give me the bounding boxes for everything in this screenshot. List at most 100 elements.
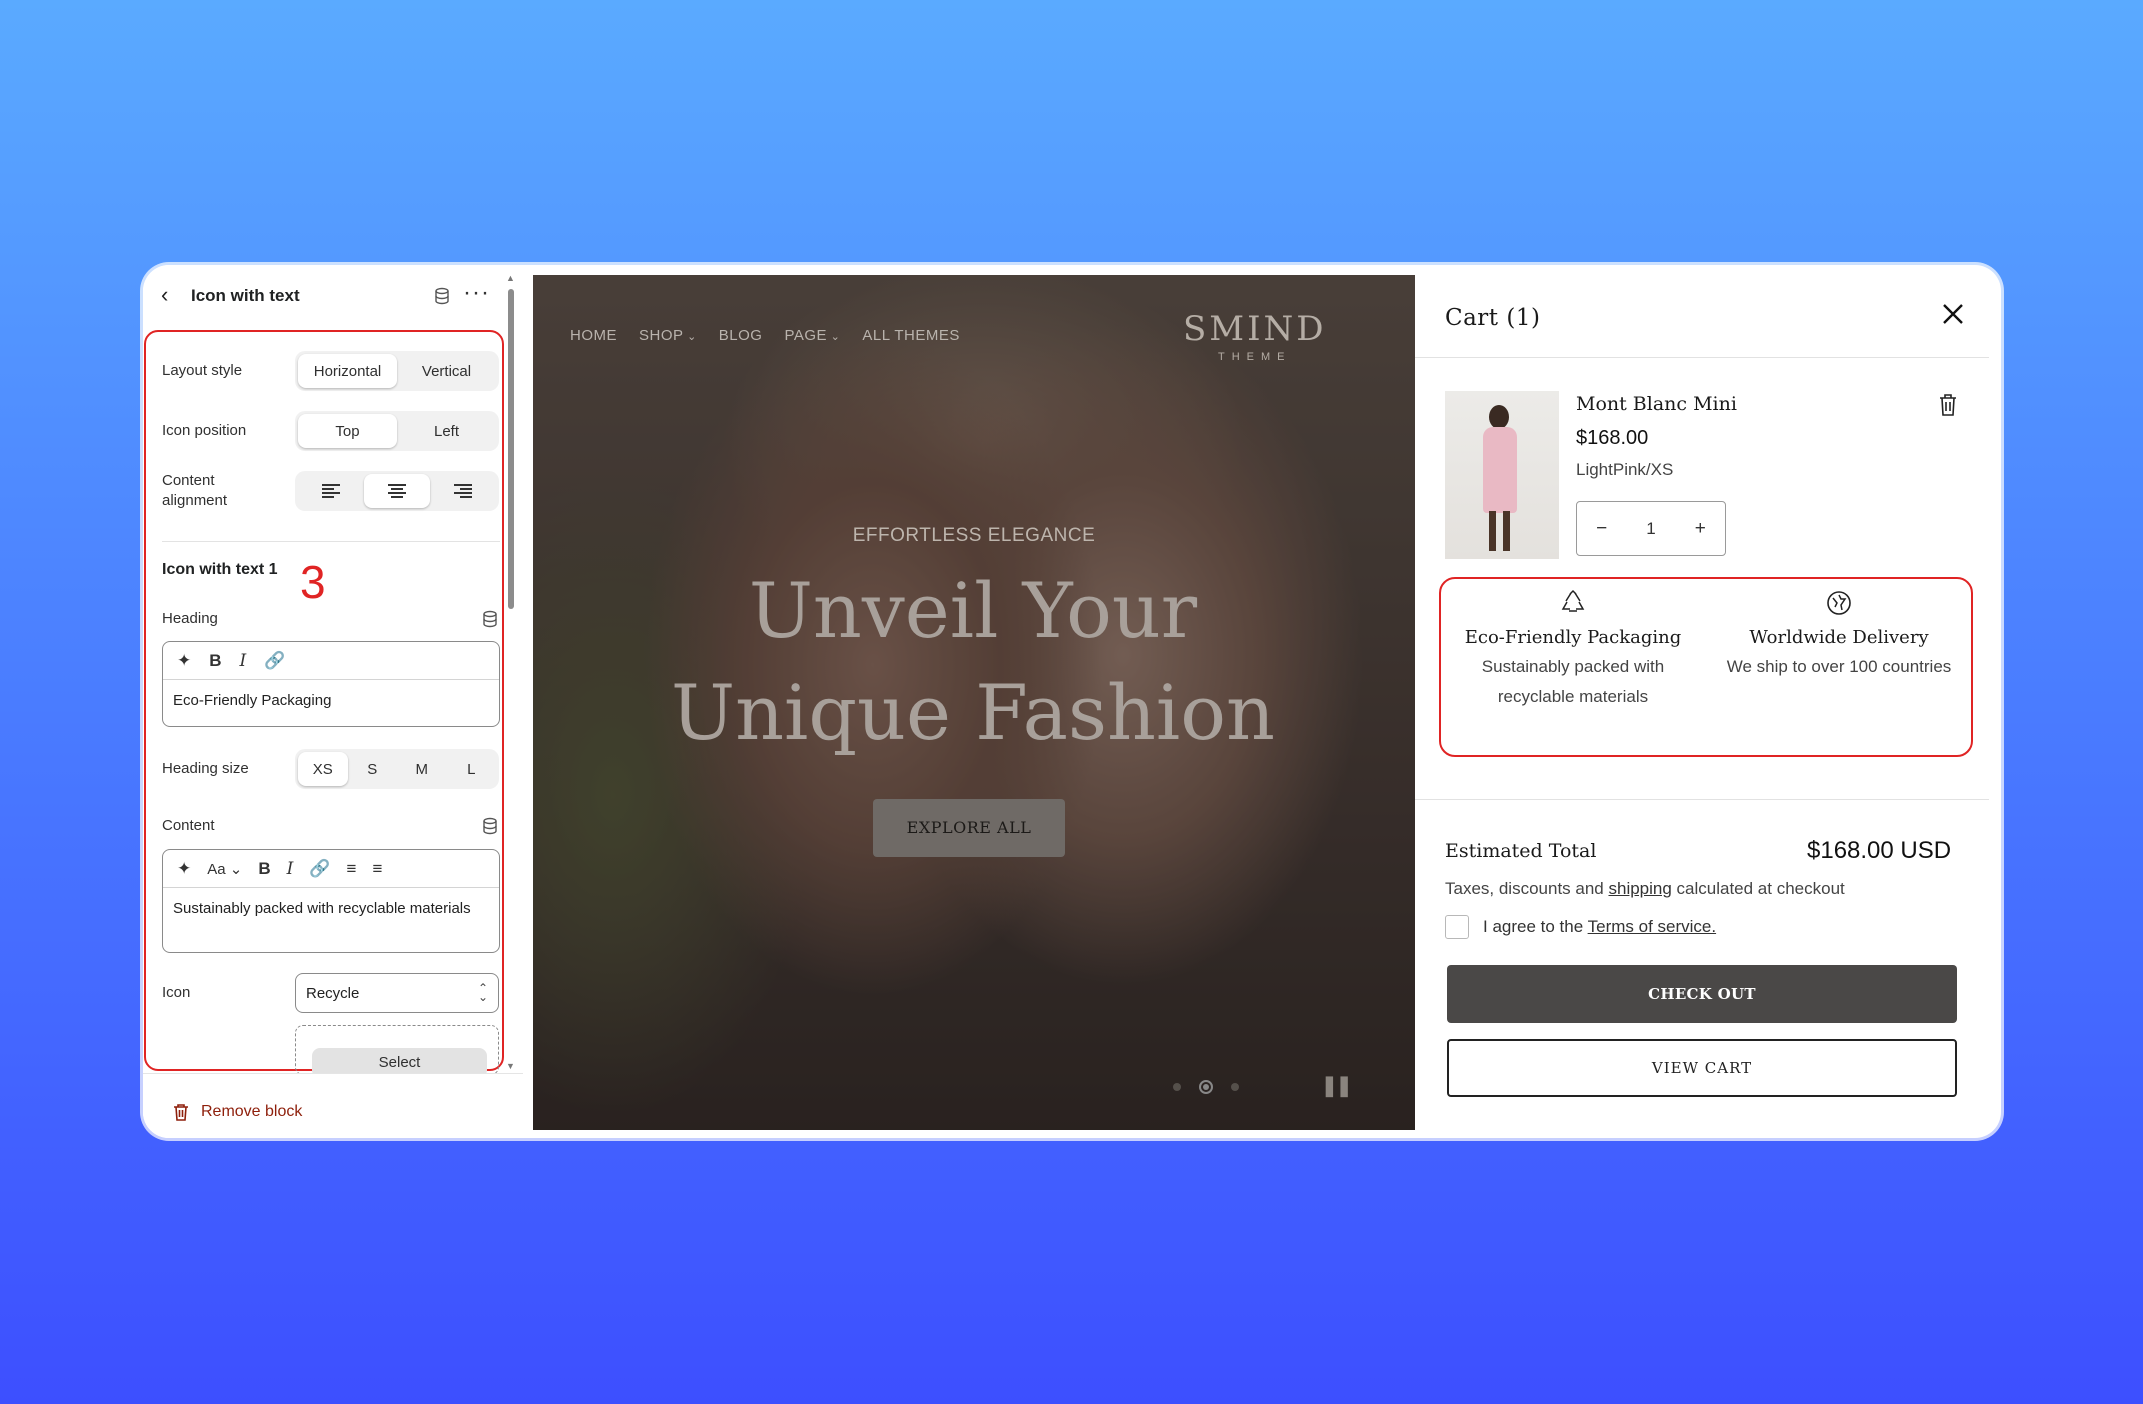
heading-editor[interactable]: ✦ B I 🔗 Eco-Friendly Packaging — [162, 641, 500, 727]
icon-with-text-block: Eco-Friendly Packaging Sustainably packe… — [1439, 577, 1973, 757]
scrollbar[interactable]: ▲ ▼ — [505, 273, 517, 1073]
estimated-total-label: Estimated Total — [1445, 840, 1597, 862]
size-s-option[interactable]: S — [348, 752, 398, 786]
hero-tagline: EFFORTLESS ELEGANCE — [852, 525, 1096, 546]
quantity-stepper: − 1 + — [1576, 501, 1726, 556]
size-m-option[interactable]: M — [397, 752, 447, 786]
close-icon[interactable] — [1938, 299, 1968, 329]
content-label: Content — [162, 817, 215, 834]
decrease-quantity-button[interactable]: − — [1577, 518, 1626, 540]
content-input[interactable]: Sustainably packed with recyclable mater… — [163, 888, 499, 929]
content-dynamic-source-icon[interactable] — [481, 817, 499, 835]
more-options-icon[interactable]: ··· — [463, 279, 490, 307]
terms-label: I agree to the Terms of service. — [1483, 917, 1717, 936]
tax-note: Taxes, discounts and shipping calculated… — [1445, 879, 1845, 898]
right-align-icon[interactable] — [430, 474, 496, 508]
link-icon[interactable]: 🔗 — [309, 859, 330, 879]
font-style-menu[interactable]: Aa ⌄ — [207, 860, 242, 878]
left-align-icon[interactable] — [298, 474, 364, 508]
cart-divider — [1415, 357, 1989, 358]
scroll-up-icon[interactable]: ▲ — [506, 273, 515, 283]
slide-dots — [1173, 1080, 1239, 1094]
icon-position-label: Icon position — [162, 422, 247, 439]
hero-line-2: Unique Fashion — [671, 668, 1275, 757]
icon-position-left-option[interactable]: Left — [397, 414, 496, 448]
slide-dot[interactable] — [1173, 1083, 1181, 1091]
italic-icon[interactable]: I — [287, 859, 294, 879]
panel-title: Icon with text — [191, 286, 300, 305]
nav-blog[interactable]: BLOG — [719, 327, 763, 344]
nav-all-themes[interactable]: ALL THEMES — [862, 327, 960, 344]
nav-shop[interactable]: SHOP — [639, 327, 697, 344]
bold-icon[interactable]: B — [209, 651, 221, 671]
hero-title: Unveil Your Unique Fashion — [653, 560, 1293, 764]
layout-style-toggle: Horizontal Vertical — [295, 351, 499, 391]
view-cart-button[interactable]: VIEW CART — [1447, 1039, 1957, 1097]
slide-dot-active[interactable] — [1199, 1080, 1213, 1094]
chevron-updown-icon: ⌃ ⌄ — [477, 981, 488, 1004]
bold-icon[interactable]: B — [258, 859, 270, 879]
checkout-button[interactable]: CHECK OUT — [1447, 965, 1957, 1023]
nav-home[interactable]: HOME — [570, 327, 617, 344]
pause-icon[interactable]: ❚❚ — [1321, 1073, 1352, 1098]
back-icon[interactable]: ‹ — [161, 284, 181, 306]
cart-divider — [1415, 799, 1989, 800]
italic-icon[interactable]: I — [240, 651, 247, 671]
explore-all-button[interactable]: EXPLORE ALL — [873, 799, 1065, 857]
remove-block-button[interactable]: Remove block — [173, 1103, 302, 1121]
dynamic-source-icon[interactable] — [433, 287, 451, 305]
globe-icon — [1827, 591, 1851, 615]
trust-description: Sustainably packed with recyclable mater… — [1481, 657, 1665, 706]
terms-link[interactable]: Terms of service. — [1588, 917, 1716, 936]
scrollbar-thumb[interactable] — [508, 289, 514, 609]
terms-agreement: I agree to the Terms of service. — [1445, 915, 1716, 939]
numbered-list-icon[interactable]: ≡ — [372, 859, 382, 879]
center-align-icon[interactable] — [364, 474, 430, 508]
trust-item-packaging: Eco-Friendly Packaging Sustainably packe… — [1443, 579, 1703, 712]
editor-header: ‹ Icon with text ··· — [143, 265, 523, 329]
content-toolbar: ✦ Aa ⌄ B I 🔗 ≡ ≡ — [163, 850, 499, 888]
heading-input[interactable]: Eco-Friendly Packaging — [163, 680, 499, 721]
nav-page[interactable]: PAGE — [784, 327, 840, 344]
magic-icon[interactable]: ✦ — [177, 651, 191, 671]
icon-position-toggle: Top Left — [295, 411, 499, 451]
size-xs-option[interactable]: XS — [298, 752, 348, 786]
layout-vertical-option[interactable]: Vertical — [397, 354, 496, 388]
link-icon[interactable]: 🔗 — [264, 651, 285, 671]
remove-block-label: Remove block — [201, 1103, 303, 1120]
increase-quantity-button[interactable]: + — [1676, 518, 1725, 540]
section-divider — [162, 541, 500, 542]
terms-checkbox[interactable] — [1445, 915, 1469, 939]
app-window: ‹ Icon with text ··· ▲ ▼ Layout style Ho… — [143, 265, 2001, 1138]
product-image[interactable] — [1445, 391, 1559, 559]
brand-sub: THEME — [1218, 351, 1292, 363]
scroll-down-icon[interactable]: ▼ — [506, 1061, 515, 1071]
quantity-input[interactable]: 1 — [1626, 519, 1675, 539]
product-price: $168.00 — [1576, 427, 1649, 449]
trash-icon — [174, 1104, 188, 1121]
font-style-label: Aa — [207, 860, 226, 878]
content-alignment-label-line1: Content — [162, 472, 215, 489]
content-editor[interactable]: ✦ Aa ⌄ B I 🔗 ≡ ≡ Sustainably packed with… — [162, 849, 500, 953]
magic-icon[interactable]: ✦ — [177, 859, 191, 879]
layout-horizontal-option[interactable]: Horizontal — [298, 354, 397, 388]
shipping-link[interactable]: shipping — [1608, 879, 1671, 898]
hero-line-1: Unveil Your — [748, 566, 1198, 655]
bullet-list-icon[interactable]: ≡ — [347, 859, 357, 879]
icon-select[interactable]: Recycle ⌃ ⌄ — [295, 973, 499, 1013]
heading-dynamic-source-icon[interactable] — [481, 610, 499, 628]
size-l-option[interactable]: L — [447, 752, 497, 786]
cart-title: Cart (1) — [1445, 305, 1541, 331]
icon-position-top-option[interactable]: Top — [298, 414, 397, 448]
slide-dot[interactable] — [1231, 1083, 1239, 1091]
brand-name: SMIND — [1183, 309, 1327, 349]
image-picker: Select — [295, 1025, 499, 1078]
content-alignment-toggle — [295, 471, 499, 511]
store-preview: HOME SHOP BLOG PAGE ALL THEMES SMIND THE… — [533, 275, 1415, 1130]
trash-icon[interactable] — [1938, 393, 1958, 417]
product-name[interactable]: Mont Blanc Mini — [1576, 393, 1737, 415]
heading-label: Heading — [162, 610, 218, 627]
icon-select-value: Recycle — [306, 984, 360, 1002]
step-number: 3 — [300, 556, 326, 608]
brand-logo[interactable]: SMIND THEME — [1183, 309, 1327, 363]
